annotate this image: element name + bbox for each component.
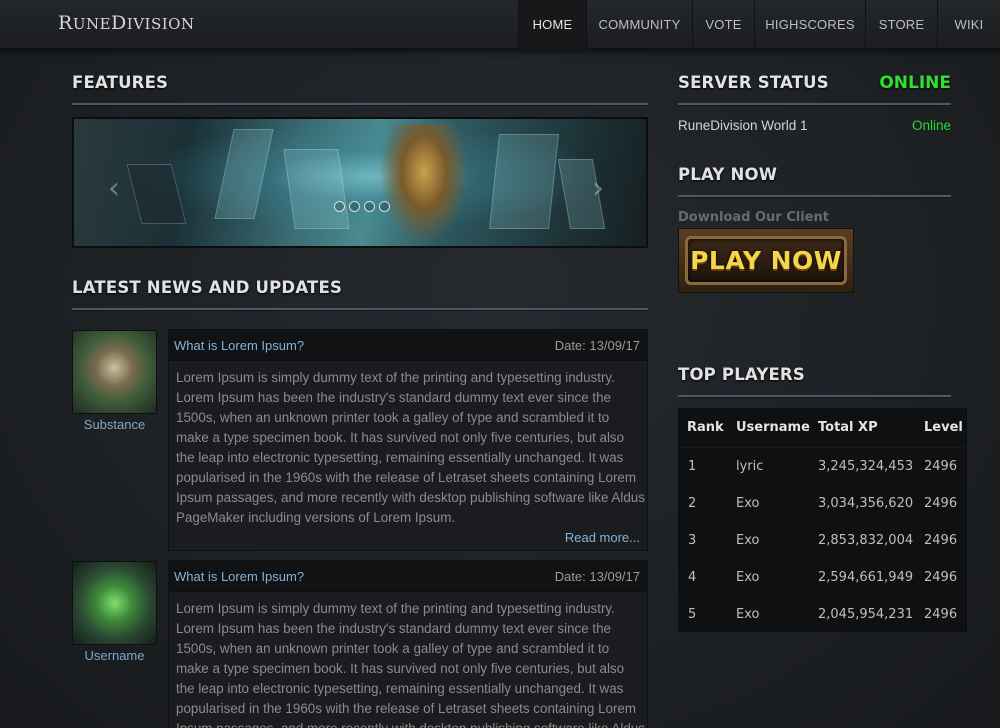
news-post-date: Date: 13/09/17 — [554, 569, 640, 584]
news-post: What is Lorem Ipsum? Date: 13/09/17 Lore… — [168, 560, 648, 728]
table-divider — [679, 447, 968, 448]
server-status-title: SERVER STATUS — [678, 73, 829, 92]
player-username[interactable]: Exo — [736, 533, 759, 548]
features-slider[interactable]: ‹ › — [72, 117, 648, 248]
player-rank: 4 — [688, 570, 697, 585]
world-status: Online — [911, 118, 951, 133]
player-level: 2496 — [924, 533, 958, 548]
features-divider — [72, 103, 648, 105]
news-post-body: Lorem Ipsum is simply dummy text of the … — [176, 601, 645, 728]
news-title: LATEST NEWS AND UPDATES — [72, 278, 343, 297]
player-rank: 1 — [688, 459, 697, 474]
nav-vote[interactable]: VOTE — [692, 0, 754, 50]
top-players-divider — [678, 395, 951, 397]
top-players-title: TOP PLAYERS — [678, 365, 805, 384]
avatar[interactable] — [72, 330, 157, 414]
news-divider — [72, 308, 648, 310]
download-client-label: Download Our Client — [678, 210, 829, 225]
nav-store[interactable]: STORE — [865, 0, 937, 50]
slider-dot[interactable] — [349, 201, 360, 212]
top-navbar: RUNEDIVISION HOME COMMUNITY VOTE HIGHSCO… — [0, 0, 1000, 50]
col-header-rank: Rank — [687, 420, 724, 435]
player-level: 2496 — [924, 496, 958, 511]
nav-highscores[interactable]: HIGHSCORES — [754, 0, 865, 50]
news-post-date: Date: 13/09/17 — [554, 338, 640, 353]
slider-art-shard — [126, 164, 187, 224]
player-xp: 2,045,954,231 — [818, 607, 914, 622]
player-xp: 3,245,324,453 — [818, 459, 914, 474]
slider-dot[interactable] — [334, 201, 345, 212]
world-name: RuneDivision World 1 — [678, 118, 808, 133]
post-author[interactable]: Username — [72, 648, 157, 663]
news-post-body: Lorem Ipsum is simply dummy text of the … — [176, 370, 645, 525]
news-post-title[interactable]: What is Lorem Ipsum? — [174, 338, 304, 353]
news-post-title[interactable]: What is Lorem Ipsum? — [174, 569, 304, 584]
player-level: 2496 — [924, 570, 958, 585]
features-title: FEATURES — [72, 73, 169, 92]
play-now-divider — [678, 195, 951, 197]
read-more-link[interactable]: Read more... — [565, 530, 640, 545]
slider-art-shard — [489, 134, 559, 229]
news-post: What is Lorem Ipsum? Date: 13/09/17 Lore… — [168, 329, 648, 551]
news-post-header: What is Lorem Ipsum? Date: 13/09/17 — [169, 330, 647, 361]
main-nav: HOME COMMUNITY VOTE HIGHSCORES STORE WIK… — [518, 0, 1000, 50]
player-level: 2496 — [924, 459, 958, 474]
player-rank: 5 — [688, 607, 697, 622]
brand-logo[interactable]: RUNEDIVISION — [58, 12, 195, 34]
player-xp: 2,853,832,004 — [818, 533, 914, 548]
slider-hero-figure — [379, 124, 469, 244]
player-username[interactable]: Exo — [736, 607, 759, 622]
player-username[interactable]: lyric — [736, 459, 763, 474]
nav-home[interactable]: HOME — [518, 0, 586, 50]
play-now-plate: PLAY NOW — [685, 236, 847, 285]
col-header-total-xp: Total XP — [818, 420, 878, 435]
col-header-level: Level — [924, 420, 963, 435]
player-xp: 3,034,356,620 — [818, 496, 914, 511]
server-status-divider — [678, 103, 951, 105]
slider-dot[interactable] — [379, 201, 390, 212]
server-status-badge: ONLINE — [879, 73, 951, 93]
slider-pagination — [334, 201, 390, 212]
player-rank: 2 — [688, 496, 697, 511]
col-header-username: Username — [736, 420, 810, 435]
player-username[interactable]: Exo — [736, 570, 759, 585]
top-players-table: Rank Username Total XP Level 1 lyric 3,2… — [678, 408, 968, 632]
nav-wiki[interactable]: WIKI — [937, 0, 1000, 50]
play-now-button[interactable]: PLAY NOW — [678, 228, 854, 293]
avatar[interactable] — [72, 561, 157, 645]
player-username[interactable]: Exo — [736, 496, 759, 511]
slider-next-icon[interactable]: › — [592, 171, 604, 206]
slider-prev-icon[interactable]: ‹ — [108, 171, 120, 206]
play-now-button-label: PLAY NOW — [690, 246, 842, 275]
news-post-header: What is Lorem Ipsum? Date: 13/09/17 — [169, 561, 647, 592]
play-now-title: PLAY NOW — [678, 165, 778, 184]
slider-art-shard — [283, 149, 350, 229]
slider-art-shard — [214, 129, 274, 219]
slider-dot[interactable] — [364, 201, 375, 212]
post-author[interactable]: Substance — [72, 417, 157, 432]
player-xp: 2,594,661,949 — [818, 570, 914, 585]
player-level: 2496 — [924, 607, 958, 622]
nav-community[interactable]: COMMUNITY — [586, 0, 692, 50]
player-rank: 3 — [688, 533, 697, 548]
